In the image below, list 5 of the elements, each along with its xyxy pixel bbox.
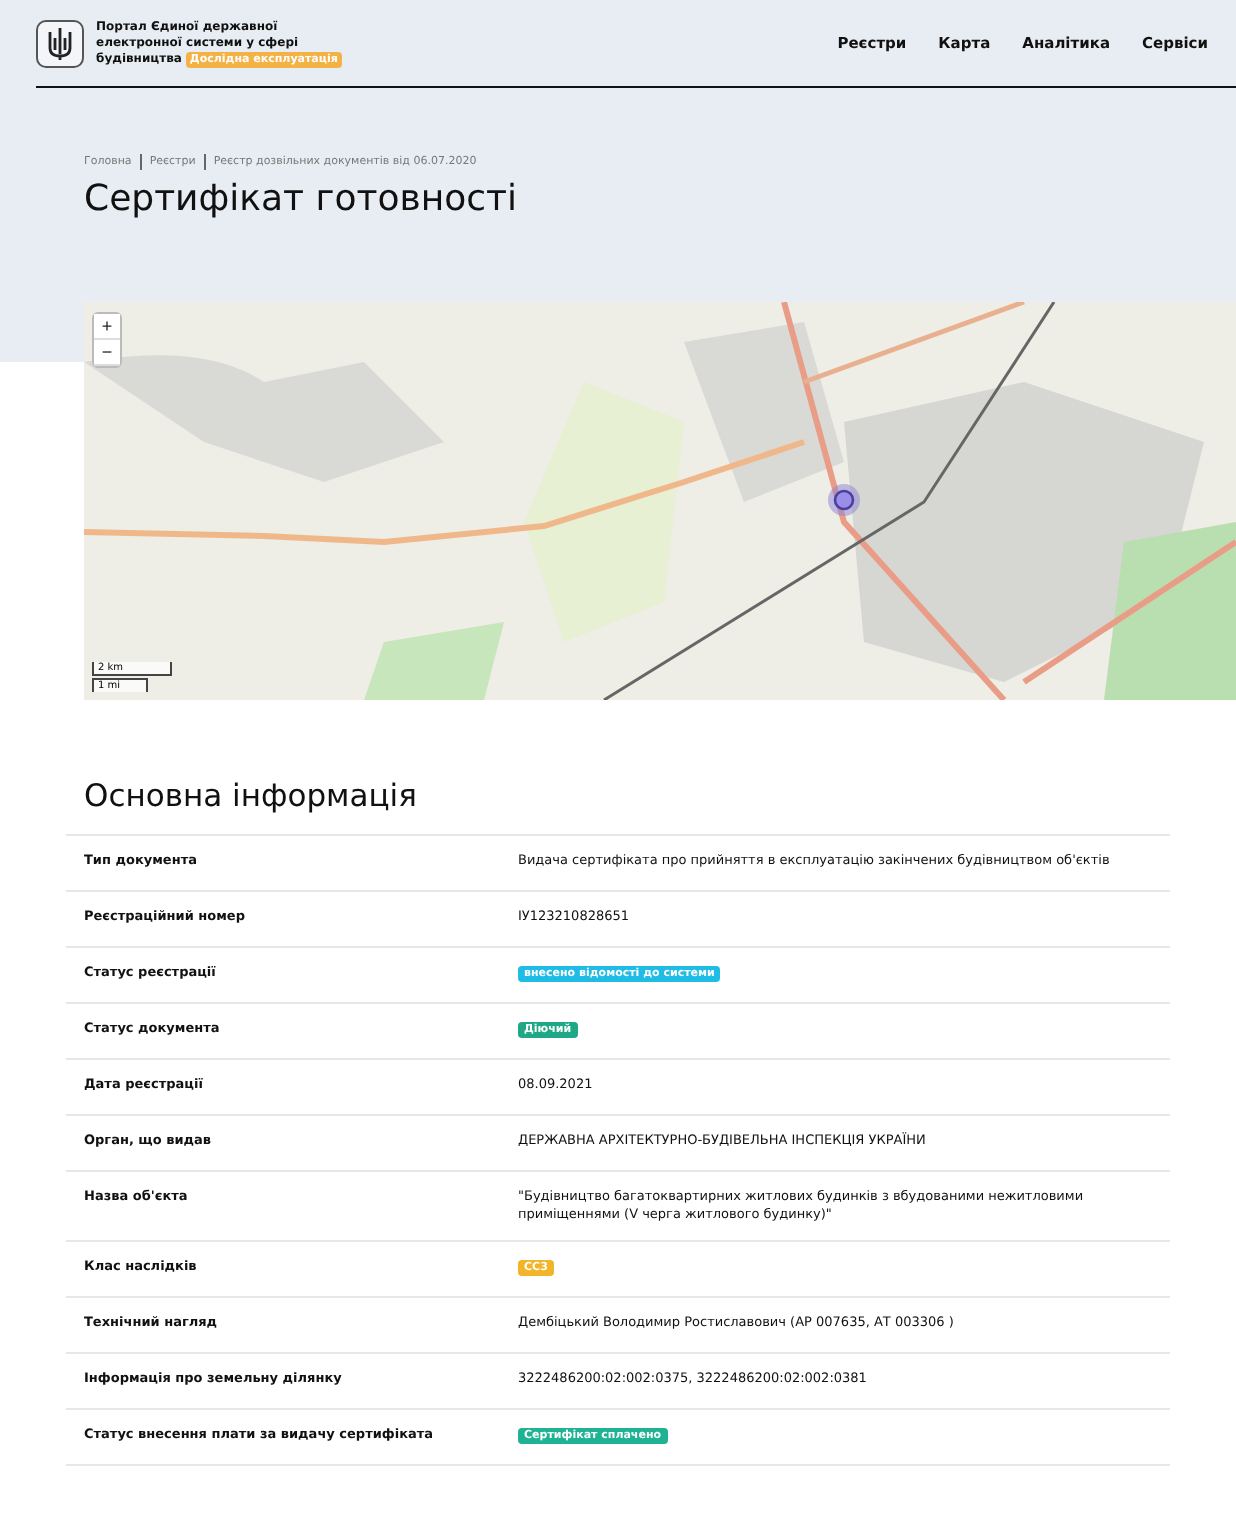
section-title: Основна інформація	[84, 778, 419, 814]
zoom-in-button[interactable]: +	[94, 314, 120, 340]
location-marker-icon[interactable]	[828, 484, 860, 516]
page-title: Сертифікат готовності	[84, 178, 519, 220]
trident-logo-icon[interactable]	[36, 19, 84, 67]
